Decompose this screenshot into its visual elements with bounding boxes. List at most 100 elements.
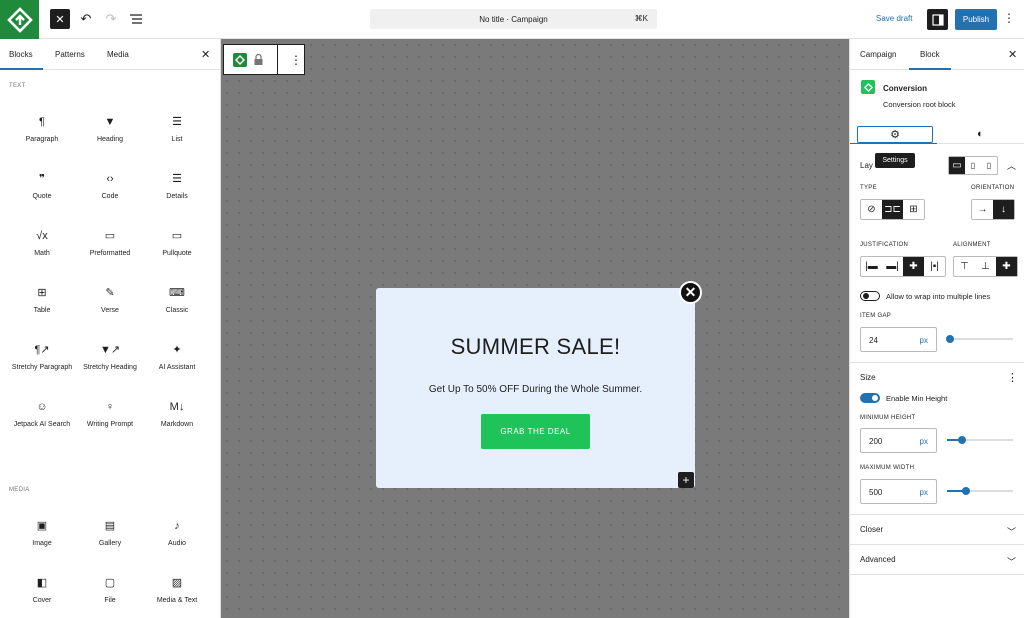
block-options-button[interactable]: ⋮ bbox=[290, 53, 302, 67]
wrap-toggle[interactable] bbox=[860, 291, 880, 301]
block-item-classic[interactable]: ⌨ Classic bbox=[142, 286, 212, 315]
media-text-icon: ▨ bbox=[171, 577, 183, 589]
command-palette-button[interactable]: No title · Campaign ⌘K bbox=[370, 9, 657, 29]
save-draft-button[interactable]: Save draft bbox=[876, 14, 912, 23]
min-height-toggle-label: Enable Min Height bbox=[886, 394, 948, 403]
publish-button[interactable]: Publish bbox=[955, 9, 997, 30]
block-item-label: Gallery bbox=[98, 540, 122, 547]
justify-right-icon[interactable]: ▬| bbox=[882, 257, 903, 276]
advanced-panel-title[interactable]: Advanced bbox=[860, 555, 896, 564]
popup-title[interactable]: SUMMER SALE! bbox=[376, 334, 695, 360]
chevron-up-icon[interactable]: ︿ bbox=[1007, 159, 1016, 172]
block-item-preformatted[interactable]: ▭ Preformatted bbox=[75, 229, 145, 258]
tab-patterns[interactable]: Patterns bbox=[55, 50, 85, 59]
grab-deal-button[interactable]: GRAB THE DEAL bbox=[481, 414, 590, 449]
item-gap-slider[interactable] bbox=[946, 335, 1013, 343]
min-height-input[interactable]: 200 px bbox=[860, 428, 937, 453]
arrow-right-icon[interactable]: → bbox=[972, 200, 993, 219]
editor-canvas[interactable]: ⋮ SUMMER SALE! Get Up To 50% OFF During … bbox=[221, 39, 849, 618]
block-item-audio[interactable]: ♪ Audio bbox=[142, 519, 212, 548]
block-item-table[interactable]: ⊞ Table bbox=[7, 286, 77, 315]
item-gap-input[interactable]: 24 px bbox=[860, 327, 937, 352]
slider-thumb[interactable] bbox=[946, 335, 955, 343]
flex-layout-icon[interactable]: ⊐⊏ bbox=[882, 200, 903, 219]
close-sidebar-button[interactable]: ✕ bbox=[1008, 48, 1017, 61]
lock-button[interactable] bbox=[253, 54, 263, 66]
block-item-stretchy-paragraph[interactable]: ¶↗ Stretchy Paragraph bbox=[7, 343, 77, 372]
block-item-math[interactable]: √x Math bbox=[7, 229, 77, 258]
settings-toggle-button[interactable] bbox=[927, 9, 948, 30]
close-editor-button[interactable]: ✕ bbox=[50, 9, 70, 29]
slider-thumb[interactable] bbox=[958, 436, 967, 444]
tab-campaign[interactable]: Campaign bbox=[860, 50, 896, 59]
block-item-pullquote[interactable]: ▭ Pullquote bbox=[142, 229, 212, 258]
block-item-quote[interactable]: ❞ Quote bbox=[7, 172, 77, 201]
max-width-unit[interactable]: px bbox=[920, 488, 928, 497]
block-item-verse[interactable]: ✎ Verse bbox=[75, 286, 145, 315]
chevron-down-icon[interactable]: ﹀ bbox=[1007, 525, 1016, 538]
block-item-gallery[interactable]: ▤ Gallery bbox=[75, 519, 145, 548]
align-bottom-icon[interactable]: ⊥ bbox=[975, 257, 996, 276]
conversion-popup[interactable]: SUMMER SALE! Get Up To 50% OFF During th… bbox=[376, 281, 702, 488]
justify-left-icon[interactable]: |▬ bbox=[861, 257, 882, 276]
align-center-icon[interactable]: ✚ bbox=[996, 257, 1017, 276]
block-item-stretchy-heading[interactable]: ▼↗ Stretchy Heading bbox=[75, 343, 145, 372]
block-item-media-text[interactable]: ▨ Media & Text bbox=[142, 576, 212, 605]
grid-layout-icon[interactable]: ⊞ bbox=[903, 200, 924, 219]
max-width-label: MAXIMUM WIDTH bbox=[860, 465, 915, 471]
mobile-icon[interactable]: ▯ bbox=[981, 157, 997, 174]
tab-settings[interactable]: ⚙ bbox=[857, 126, 933, 143]
close-inserter-button[interactable]: ✕ bbox=[201, 48, 210, 61]
block-item-paragraph[interactable]: ¶ Paragraph bbox=[7, 115, 77, 144]
tablet-icon[interactable]: ▯ bbox=[965, 157, 981, 174]
min-height-unit[interactable]: px bbox=[920, 437, 928, 446]
block-item-label: Markdown bbox=[160, 421, 194, 428]
block-item-image[interactable]: ▣ Image bbox=[7, 519, 77, 548]
max-width-slider[interactable] bbox=[947, 487, 1013, 495]
block-item-heading[interactable]: ▼ Heading bbox=[75, 115, 145, 144]
tab-media[interactable]: Media bbox=[107, 50, 129, 59]
layout-panel-title[interactable]: Lay bbox=[860, 161, 873, 170]
closer-panel-title[interactable]: Closer bbox=[860, 525, 883, 534]
block-item-writing-prompt[interactable]: ♀ Writing Prompt bbox=[75, 400, 145, 429]
size-panel-title[interactable]: Size bbox=[860, 373, 876, 382]
desktop-icon[interactable]: ▭ bbox=[949, 157, 965, 174]
block-item-details[interactable]: ☰ Details bbox=[142, 172, 212, 201]
options-menu-button[interactable]: ⋮ bbox=[1003, 11, 1015, 25]
block-item-ai-assistant[interactable]: ✦ AI Assistant bbox=[142, 343, 212, 372]
block-item-markdown[interactable]: M↓ Markdown bbox=[142, 400, 212, 429]
item-gap-unit[interactable]: px bbox=[920, 336, 928, 345]
redo-button[interactable]: ↷ bbox=[101, 9, 121, 29]
heading-icon: ▼ bbox=[104, 116, 116, 128]
block-item-cover[interactable]: ◧ Cover bbox=[7, 576, 77, 605]
min-height-toggle[interactable] bbox=[860, 393, 880, 403]
arrow-down-icon[interactable]: ↓ bbox=[993, 200, 1014, 219]
site-logo[interactable] bbox=[0, 0, 39, 39]
justify-center-icon[interactable]: ✚ bbox=[903, 257, 924, 276]
chevron-down-icon[interactable]: ﹀ bbox=[1007, 555, 1016, 568]
undo-button[interactable]: ↶ bbox=[76, 9, 96, 29]
align-top-icon[interactable]: ⊤ bbox=[954, 257, 975, 276]
justification-label: JUSTIFICATION bbox=[860, 242, 909, 248]
block-item-list[interactable]: ☰ List bbox=[142, 115, 212, 144]
add-block-button[interactable]: + bbox=[678, 472, 694, 488]
popup-close-button[interactable]: ✕ bbox=[679, 281, 702, 304]
size-options-button[interactable]: ⋮ bbox=[1007, 371, 1018, 384]
close-icon: ✕ bbox=[1008, 49, 1018, 61]
device-preview-switch: ▭ ▯ ▯ bbox=[948, 156, 998, 175]
block-item-jetpack-ai-search[interactable]: ☺ Jetpack AI Search bbox=[7, 400, 77, 429]
document-overview-button[interactable] bbox=[126, 9, 146, 29]
tab-blocks[interactable]: Blocks bbox=[9, 50, 33, 59]
popup-subtitle[interactable]: Get Up To 50% OFF During the Whole Summe… bbox=[376, 384, 695, 395]
tab-block[interactable]: Block bbox=[920, 50, 940, 59]
max-width-input[interactable]: 500 px bbox=[860, 479, 937, 504]
block-item-file[interactable]: ▢ File bbox=[75, 576, 145, 605]
block-type-button[interactable] bbox=[233, 52, 247, 67]
justify-space-between-icon[interactable]: |▪| bbox=[924, 257, 945, 276]
panel-divider bbox=[850, 514, 1024, 515]
block-item-code[interactable]: ‹› Code bbox=[75, 172, 145, 201]
tab-styles[interactable]: ◐ bbox=[977, 128, 984, 140]
no-layout-icon[interactable]: ⊘ bbox=[861, 200, 882, 219]
slider-thumb[interactable] bbox=[961, 487, 970, 495]
min-height-slider[interactable] bbox=[947, 436, 1013, 444]
